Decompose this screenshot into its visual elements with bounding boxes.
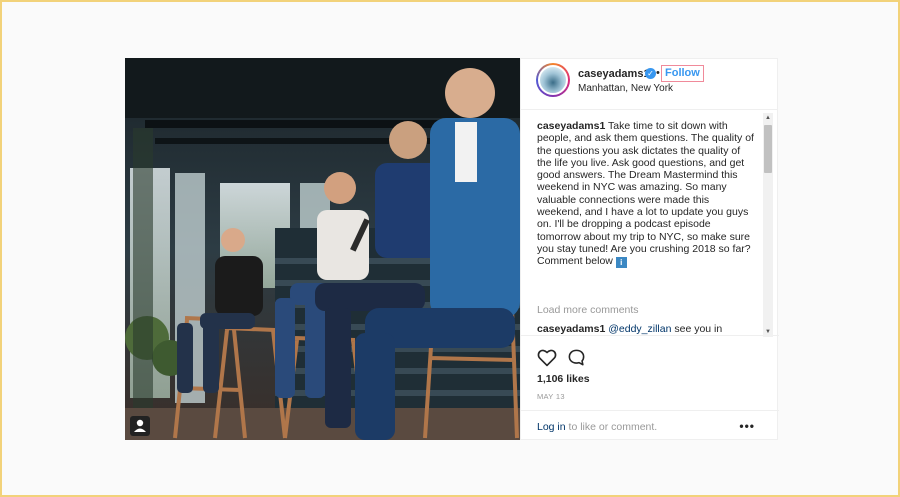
panel-discussion-photo — [125, 58, 520, 440]
likes-count[interactable]: 1,106 likes — [537, 373, 590, 385]
post-header: caseyadams1 ✓ • Follow Manhattan, New Yo… — [521, 59, 777, 110]
scroll-down-arrow-icon[interactable]: ▼ — [763, 327, 773, 337]
caption-text: Take time to sit down with people, and a… — [537, 120, 754, 268]
avatar[interactable] — [536, 63, 570, 97]
username-link[interactable]: caseyadams1 — [578, 68, 650, 80]
comment-item: caseyadams1 @eddy_zillan see you in Augu… — [537, 323, 755, 335]
login-link[interactable]: Log in — [537, 421, 566, 433]
caption-username[interactable]: caseyadams1 — [537, 120, 605, 132]
comments-section[interactable]: caseyadams1 Take time to sit down with p… — [521, 110, 779, 336]
comment-icon[interactable] — [567, 348, 586, 367]
comment-username[interactable]: caseyadams1 — [537, 323, 605, 335]
location-link[interactable]: Manhattan, New York — [578, 83, 673, 94]
comment-mention[interactable]: @eddy_zillan — [608, 323, 671, 335]
information-emoji-icon: i — [615, 257, 627, 269]
post-details-panel: caseyadams1 ✓ • Follow Manhattan, New Yo… — [520, 58, 779, 442]
scroll-up-arrow-icon[interactable]: ▲ — [763, 113, 773, 123]
verified-badge-icon: ✓ — [645, 68, 656, 79]
post-photo[interactable] — [125, 58, 520, 440]
separator-dot: • — [656, 67, 660, 79]
login-prompt: Log in to like or comment. — [537, 421, 657, 433]
user-tag-icon[interactable] — [130, 416, 150, 436]
more-options-icon[interactable]: ••• — [739, 419, 755, 433]
caption: caseyadams1 Take time to sit down with p… — [537, 120, 755, 269]
follow-button[interactable]: Follow — [661, 65, 704, 82]
login-footer: Log in to like or comment. ••• — [521, 410, 779, 442]
load-more-comments-button[interactable]: Load more comments — [537, 304, 639, 316]
comments-scrollbar[interactable]: ▲ ▼ — [763, 113, 773, 337]
post-date[interactable]: MAY 13 — [537, 392, 565, 401]
login-suffix: to like or comment. — [565, 421, 658, 433]
scroll-thumb[interactable] — [764, 125, 772, 173]
heart-icon[interactable] — [537, 348, 557, 367]
